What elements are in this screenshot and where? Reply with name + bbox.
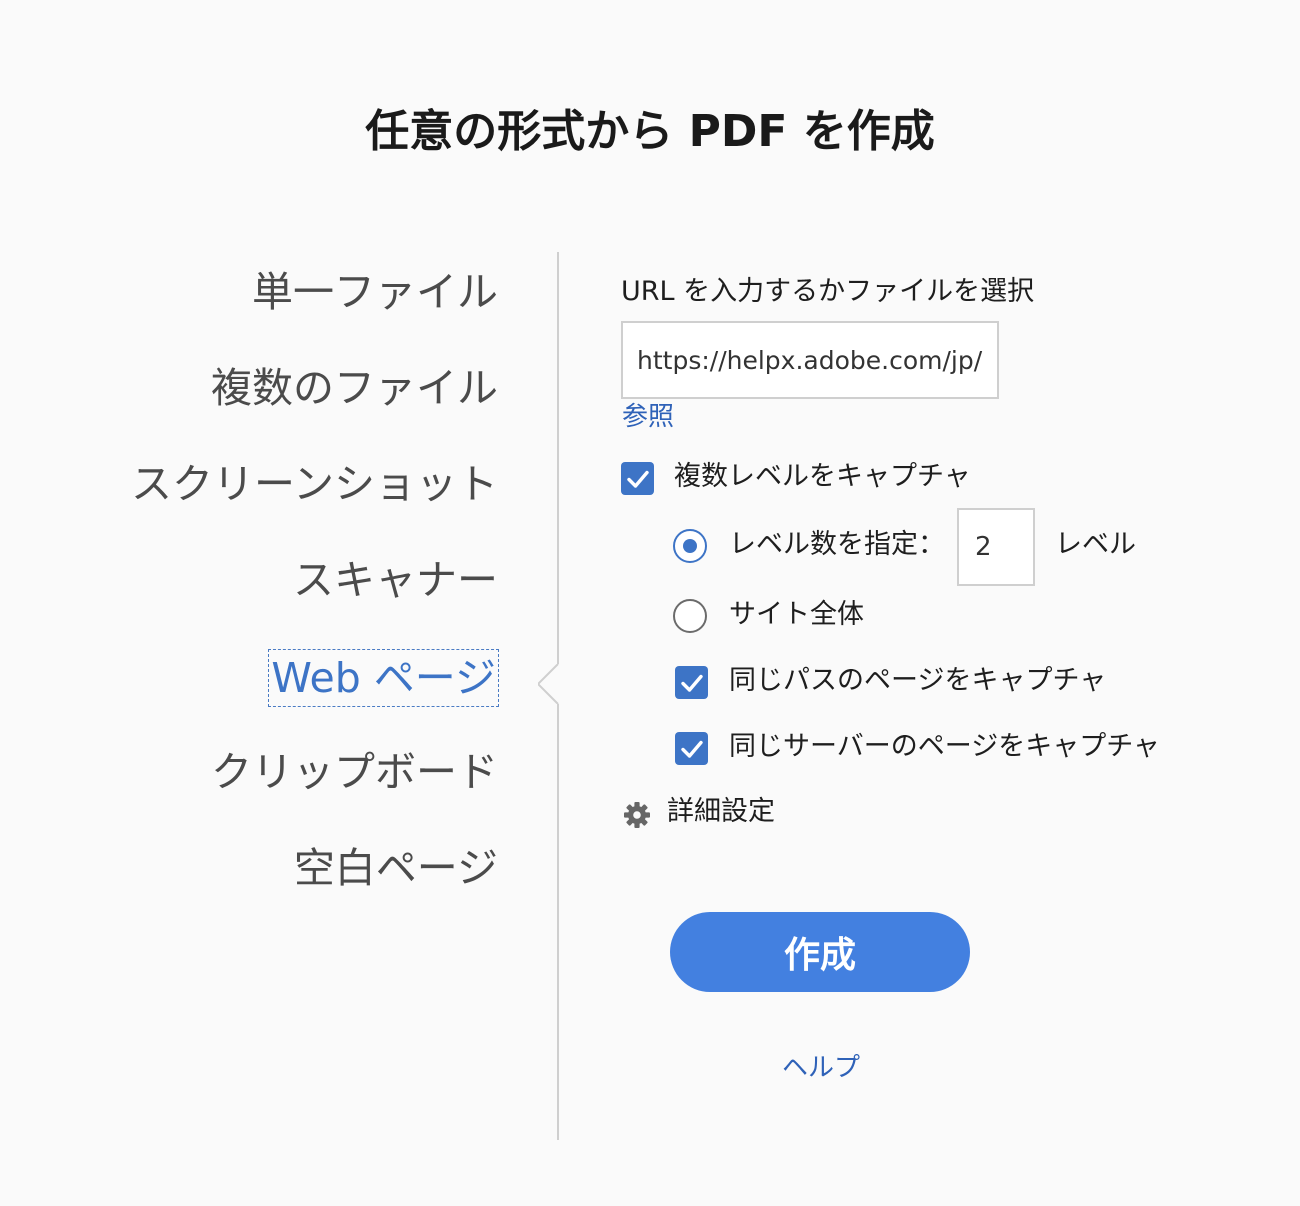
- url-label: URL を入力するかファイルを選択: [621, 276, 1035, 307]
- source-type-nav: 単一ファイル 複数のファイル スクリーンショット スキャナー Web ページ ク…: [0, 0, 520, 1206]
- levels-label: レベル数を指定：: [729, 529, 945, 560]
- create-pdf-dialog: 任意の形式から PDF を作成 単一ファイル 複数のファイル スクリーンショット…: [0, 0, 1300, 1206]
- active-pointer-notch: [538, 664, 578, 704]
- help-link[interactable]: ヘルプ: [782, 1050, 860, 1086]
- create-button[interactable]: 作成: [670, 912, 970, 992]
- nav-item-scanner[interactable]: スキャナー: [293, 552, 498, 608]
- nav-item-clipboard[interactable]: クリップボード: [211, 744, 498, 800]
- advanced-settings-link[interactable]: 詳細設定: [667, 794, 775, 830]
- levels-unit-label: レベル: [1055, 529, 1136, 560]
- url-input[interactable]: [621, 321, 999, 399]
- same-path-label: 同じパスのページをキャプチャ: [729, 665, 1107, 696]
- browse-link[interactable]: 参照: [622, 399, 674, 435]
- same-server-label: 同じサーバーのページをキャプチャ: [729, 731, 1160, 762]
- gear-icon[interactable]: [622, 800, 652, 830]
- radio-selected-dot: [683, 539, 697, 553]
- levels-input[interactable]: [957, 508, 1035, 586]
- multi-level-checkbox[interactable]: [621, 462, 654, 495]
- whole-site-radio[interactable]: [673, 599, 707, 633]
- same-path-checkbox[interactable]: [675, 666, 708, 699]
- levels-radio[interactable]: [673, 529, 707, 563]
- nav-item-screenshot[interactable]: スクリーンショット: [131, 456, 498, 512]
- nav-item-web-page[interactable]: Web ページ: [268, 649, 499, 707]
- checkmark-icon: [680, 740, 703, 758]
- checkmark-icon: [626, 470, 649, 488]
- whole-site-label: サイト全体: [729, 599, 864, 630]
- same-server-checkbox[interactable]: [675, 732, 708, 765]
- multi-level-label: 複数レベルをキャプチャ: [674, 461, 971, 492]
- checkmark-icon: [680, 674, 703, 692]
- nav-item-blank-page[interactable]: 空白ページ: [294, 840, 498, 896]
- nav-item-multiple-files[interactable]: 複数のファイル: [211, 360, 498, 416]
- nav-item-single-file[interactable]: 単一ファイル: [252, 264, 498, 320]
